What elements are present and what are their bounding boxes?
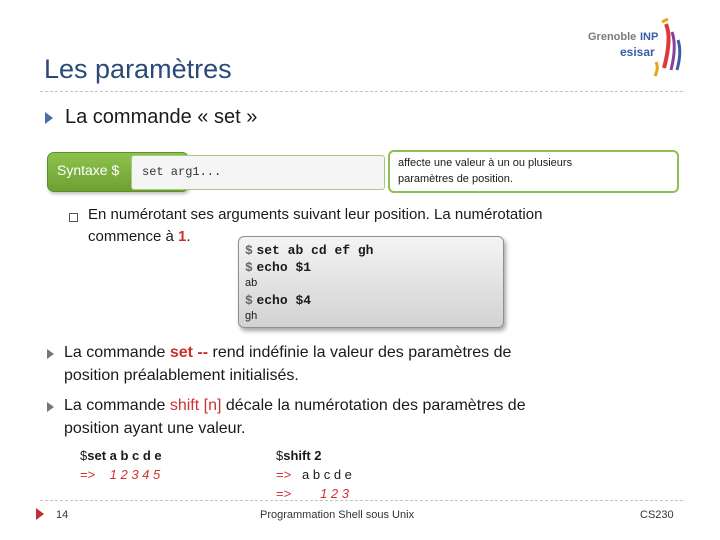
syntax-description-line1: affecte une valeur à un ou plusieurs: [398, 157, 573, 169]
bullet3-highlight: shift [n]: [169, 397, 222, 414]
terminal-command-3: echo $4: [256, 293, 312, 308]
sub-bullet-line1: En numérotant ses arguments suivant leur…: [88, 206, 543, 223]
bullet-arrow-icon: [47, 349, 54, 359]
terminal-output-1: ab: [245, 277, 258, 289]
logo-text-inp: INP: [640, 31, 658, 43]
terminal-line-3: $ echo $4: [245, 292, 311, 308]
bullet2-prefix: La commande: [64, 344, 170, 361]
example-right-result-2: => 1 2 3: [276, 486, 349, 501]
footer-page-number: 14: [56, 509, 69, 521]
bullet-set-command: La commande « set »: [65, 106, 258, 128]
syntax-description-line2: paramètres de position.: [398, 173, 513, 185]
footer-course-code: CS230: [640, 509, 674, 521]
sub-bullet-line2-prefix: commence à: [88, 228, 179, 245]
bullet3-prefix: La commande: [64, 397, 170, 414]
title-divider: [40, 91, 683, 92]
bullet3-suffix: décale la numérotation des paramètres de: [221, 397, 526, 414]
terminal-command-1: set ab cd ef gh: [256, 243, 374, 258]
bullet-set-dashdash-line2: position préalablement initialisés.: [64, 367, 299, 384]
sub-bullet-line2-suffix: .: [186, 228, 191, 245]
example-right-cmd: shift 2: [283, 448, 322, 463]
bullet-arrow-icon: [45, 112, 53, 124]
bullet2-highlight: set --: [169, 344, 209, 361]
logo-text-esisar: esisar: [620, 45, 655, 59]
example-right-result-1: => a b c d e: [276, 467, 352, 482]
bullet2-suffix: rend indéfinie la valeur des paramètres …: [208, 344, 512, 361]
terminal-output-2: gh: [245, 310, 258, 322]
terminal-command-2: echo $1: [256, 260, 312, 275]
logo-graphic: Grenoble INP esisar: [588, 17, 682, 77]
syntax-label: Syntaxe $: [57, 162, 120, 178]
example-arrow: =>: [80, 467, 96, 482]
footer-course-title: Programmation Shell sous Unix: [260, 509, 415, 521]
syntax-code: set arg1...: [142, 165, 222, 179]
page-title: Les paramètres: [44, 54, 232, 84]
bullet-arrow-icon: [47, 402, 54, 412]
example-left-cmd: set a b c d e: [87, 448, 162, 463]
example-right-values-2: 1 2 3: [320, 486, 350, 501]
footer-divider: [40, 500, 683, 501]
bullet-shift-line2: position ayant une valeur.: [64, 420, 246, 437]
example-left-command: $set a b c d e: [80, 448, 162, 463]
bullet-shift-line1: La commande shift [n] décale la numérota…: [64, 397, 526, 415]
grenoble-inp-esisar-logo: Grenoble INP esisar: [582, 17, 692, 85]
example-right-values-1: a b c d e: [302, 467, 352, 482]
example-right-command: $shift 2: [276, 448, 322, 463]
footer-arrow-icon: [36, 508, 44, 520]
square-bullet-icon: [69, 213, 78, 222]
logo-text-grenoble: Grenoble: [588, 31, 636, 43]
terminal-line-1: $ set ab cd ef gh: [245, 242, 373, 258]
sub-bullet-line2: commence à 1.: [88, 228, 191, 245]
bullet-set-dashdash-line1: La commande set -- rend indéfinie la val…: [64, 344, 511, 362]
example-arrow: =>: [276, 467, 292, 482]
terminal-line-2: $ echo $1: [245, 259, 311, 275]
terminal-prompt: $: [245, 293, 253, 308]
terminal-prompt: $: [245, 243, 253, 258]
example-left-result: => 1 2 3 4 5: [80, 467, 160, 482]
example-left-values: 1 2 3 4 5: [109, 467, 161, 482]
example-arrow: =>: [276, 486, 292, 501]
terminal-prompt: $: [245, 260, 253, 275]
